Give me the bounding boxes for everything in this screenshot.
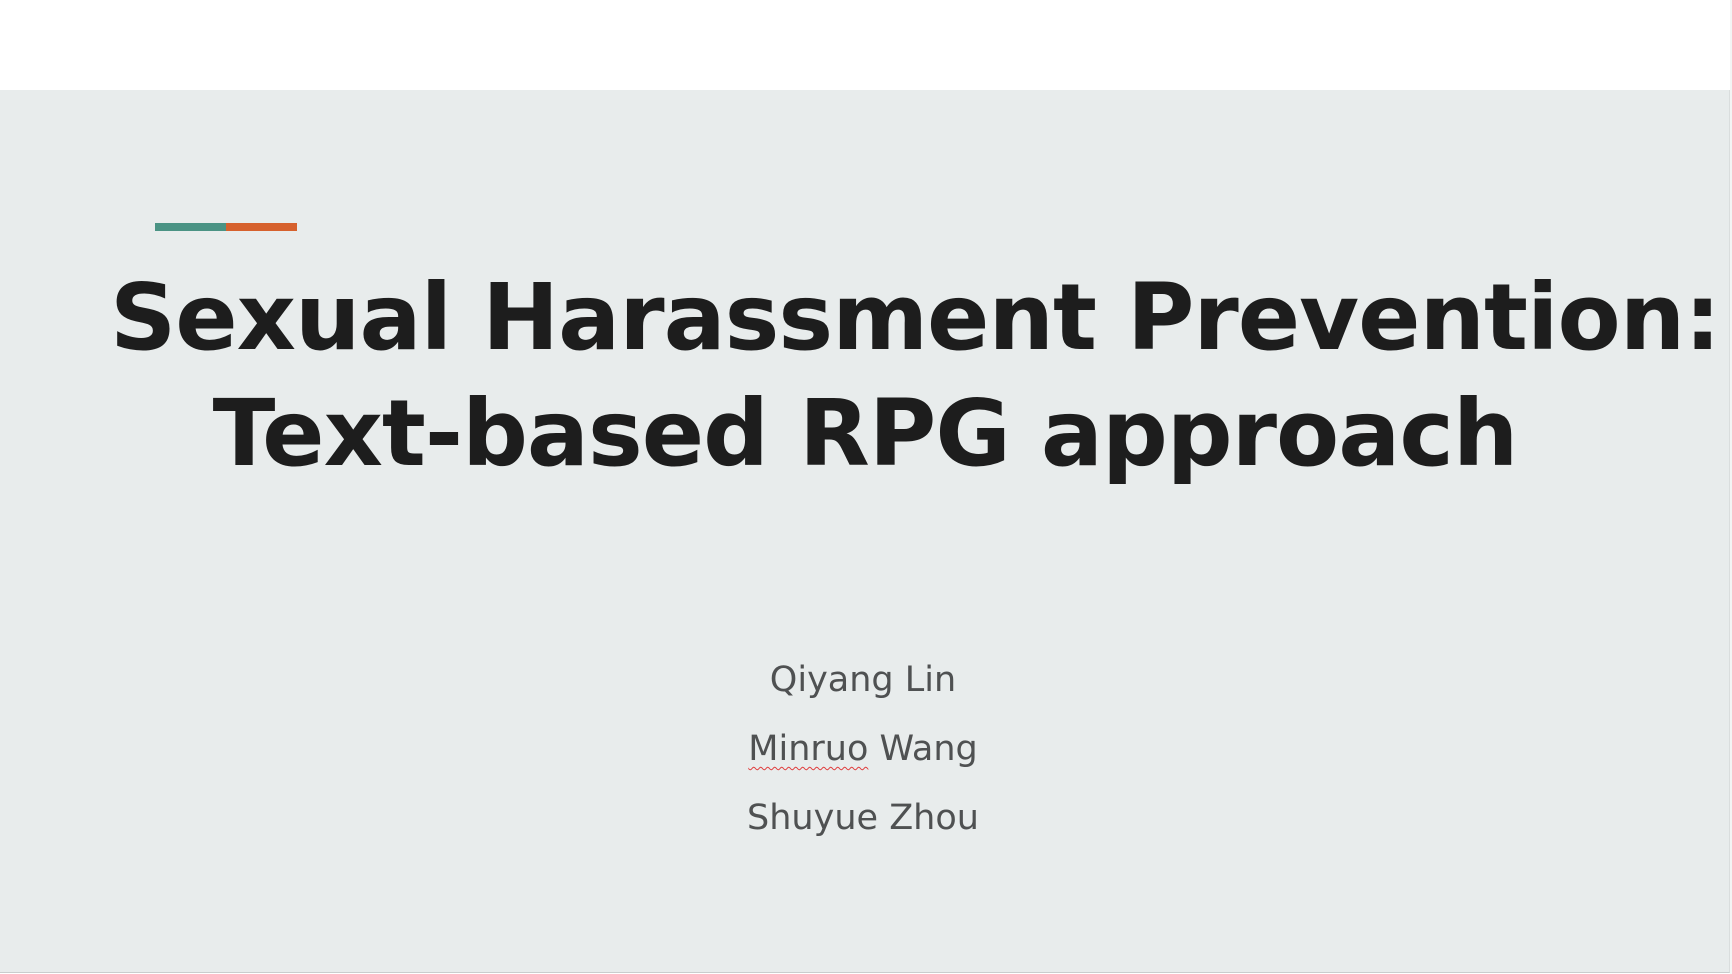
author-first-name: Qiyang xyxy=(769,660,894,700)
author-first-name: Shuyue xyxy=(747,798,879,838)
author-name: Minruo Wang xyxy=(590,715,1136,784)
author-first-name-spellcheck-flagged[interactable]: Minruo xyxy=(748,715,868,784)
accent-bar-orange-segment xyxy=(226,223,297,231)
canvas-top-margin xyxy=(0,0,1732,90)
author-name: Qiyang Lin xyxy=(590,646,1136,715)
author-last-name: Wang xyxy=(879,729,978,769)
slide-title-line-1: Sexual Harassment Prevention: xyxy=(110,264,1721,371)
author-name: Shuyue Zhou xyxy=(590,784,1136,853)
title-slide[interactable]: Sexual Harassment Prevention: Text-based… xyxy=(0,90,1730,973)
slide-title[interactable]: Sexual Harassment Prevention: Text-based… xyxy=(110,260,1721,492)
author-last-name: Zhou xyxy=(889,798,979,838)
slide-title-line-2: Text-based RPG approach xyxy=(212,380,1519,487)
accent-bar xyxy=(155,223,297,231)
author-last-name: Lin xyxy=(904,660,957,700)
accent-bar-teal-segment xyxy=(155,223,226,231)
author-list[interactable]: Qiyang Lin Minruo Wang Shuyue Zhou xyxy=(590,646,1136,853)
